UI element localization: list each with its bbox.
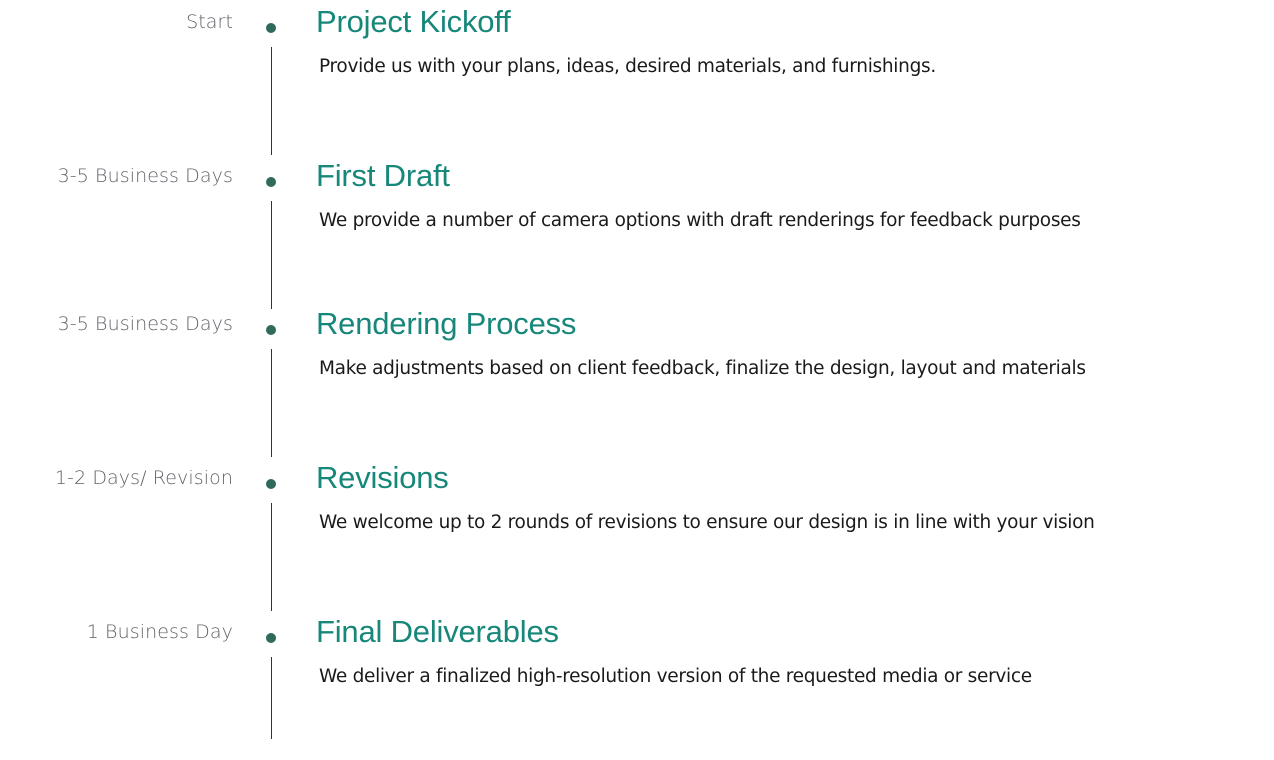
timeline-connector-line [271, 47, 272, 155]
step-description: We provide a number of camera options wi… [319, 210, 1081, 231]
step-description: We deliver a finalized high-resolution v… [319, 666, 1032, 687]
timeline-dot-icon [266, 23, 276, 33]
timeline-connector-line [271, 201, 272, 309]
timeline-step-revisions: 1-2 Days/ Revision Revisions We welcome … [0, 456, 1274, 611]
process-timeline: Start Project Kickoff Provide us with yo… [0, 0, 1274, 739]
timeline-step-final-deliverables: 1 Business Day Final Deliverables We del… [0, 610, 1274, 760]
timeline-dot-icon [266, 177, 276, 187]
step-title: Final Deliverables [316, 614, 559, 649]
timeline-connector-line [271, 657, 272, 739]
timeline-dot-icon [266, 325, 276, 335]
step-duration: 1 Business Day [86, 621, 233, 643]
timeline-dot-icon [266, 633, 276, 643]
step-duration: Start [186, 11, 233, 33]
step-description: We welcome up to 2 rounds of revisions t… [319, 512, 1095, 533]
step-description: Make adjustments based on client feedbac… [319, 358, 1086, 379]
step-duration: 3-5 Business Days [57, 165, 233, 187]
timeline-connector-line [271, 349, 272, 457]
step-duration: 1-2 Days/ Revision [54, 467, 233, 489]
timeline-connector-line [271, 503, 272, 611]
step-duration: 3-5 Business Days [57, 313, 233, 335]
step-title: Rendering Process [316, 306, 577, 341]
timeline-dot-icon [266, 479, 276, 489]
step-title: First Draft [316, 158, 450, 193]
timeline-step-rendering: 3-5 Business Days Rendering Process Make… [0, 302, 1274, 457]
step-title: Revisions [316, 460, 449, 495]
step-description: Provide us with your plans, ideas, desir… [319, 56, 936, 77]
timeline-step-kickoff: Start Project Kickoff Provide us with yo… [0, 0, 1274, 155]
timeline-step-first-draft: 3-5 Business Days First Draft We provide… [0, 154, 1274, 309]
step-title: Project Kickoff [316, 4, 511, 39]
